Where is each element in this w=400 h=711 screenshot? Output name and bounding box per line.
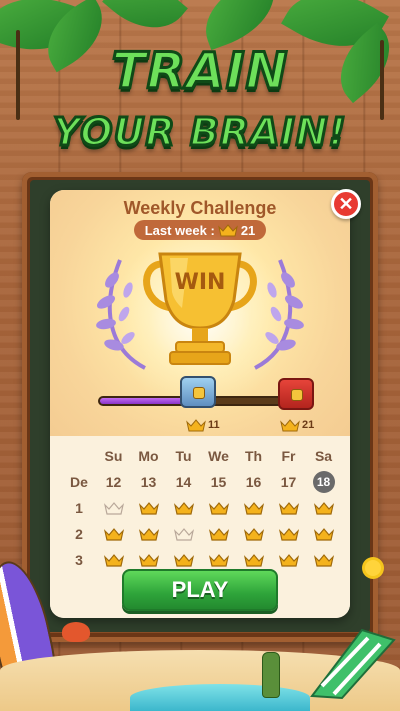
crown-earned-icon[interactable]: [201, 501, 236, 515]
weekday-label: Sa: [314, 448, 333, 464]
play-button[interactable]: PLAY: [122, 569, 278, 611]
close-icon: ✕: [338, 193, 354, 214]
bottle-icon: [262, 652, 280, 698]
beach-chair-icon: [310, 628, 396, 700]
week-number: 1: [75, 500, 83, 516]
crown-earned-icon[interactable]: [271, 527, 306, 541]
progress-fill: [100, 398, 187, 404]
crown-earned-icon[interactable]: [236, 553, 271, 567]
date-cell[interactable]: 12: [96, 474, 131, 490]
milestone-gold: 21: [280, 418, 314, 432]
crown-icon: [186, 419, 206, 432]
dialog-title: Weekly Challenge: [123, 198, 277, 218]
dialog-header-panel: Weekly Challenge Last week : 21 WIN 11 2…: [50, 190, 350, 436]
month-label: De: [70, 474, 88, 490]
weekly-challenge-dialog: Weekly Challenge Last week : 21 WIN 11 2…: [50, 190, 350, 618]
silver-chest-icon[interactable]: [180, 376, 216, 408]
crown-earned-icon[interactable]: [306, 501, 341, 515]
crown-icon: [280, 419, 300, 432]
gold-chest-icon[interactable]: [278, 378, 314, 410]
date-cell[interactable]: 15: [201, 474, 236, 490]
date-cell[interactable]: 13: [131, 474, 166, 490]
date-cell[interactable]: 14: [166, 474, 201, 490]
crown-earned-icon[interactable]: [271, 553, 306, 567]
crown-earned-icon[interactable]: [271, 501, 306, 515]
week-number: 3: [75, 552, 83, 568]
weekday-label: Fr: [281, 448, 296, 464]
crown-empty-icon[interactable]: [96, 501, 131, 515]
weekday-label: Th: [244, 448, 263, 464]
calendar-week-row: 1: [62, 496, 342, 520]
date-cell[interactable]: 16: [236, 474, 271, 490]
crown-earned-icon[interactable]: [166, 553, 201, 567]
today-badge: 18: [312, 471, 335, 493]
title-train: TRAIN: [110, 41, 289, 102]
crown-earned-icon[interactable]: [201, 553, 236, 567]
weekday-label: Mo: [138, 448, 159, 464]
milestone-silver: 11: [186, 418, 220, 432]
weekday-label: Su: [104, 448, 123, 464]
calendar-weekday-row: Su Mo Tu We Th Fr Sa: [62, 444, 342, 468]
crown-earned-icon[interactable]: [96, 553, 131, 567]
milestone-value: 21: [302, 419, 315, 431]
crab-icon: [62, 622, 90, 642]
crown-earned-icon[interactable]: [236, 501, 271, 515]
crown-earned-icon[interactable]: [166, 501, 201, 515]
week-number: 2: [75, 526, 83, 542]
crown-earned-icon[interactable]: [306, 527, 341, 541]
date-cell-today[interactable]: 18: [306, 471, 341, 493]
trophy-win-text: WIN: [174, 270, 226, 295]
trophy-icon: WIN: [138, 248, 262, 368]
crown-earned-icon[interactable]: [306, 553, 341, 567]
crown-earned-icon[interactable]: [131, 501, 166, 515]
crown-earned-icon[interactable]: [131, 527, 166, 541]
milestone-value: 11: [208, 419, 220, 431]
calendar-date-row: De 12 13 14 15 16 17 18: [62, 470, 342, 494]
last-week-value: 21: [240, 222, 256, 238]
crown-earned-icon[interactable]: [236, 527, 271, 541]
close-button[interactable]: ✕: [331, 189, 361, 219]
crown-earned-icon[interactable]: [201, 527, 236, 541]
weekday-label: Tu: [175, 448, 192, 464]
water-decoration: [130, 684, 310, 711]
weekday-label: We: [208, 448, 229, 464]
crown-earned-icon[interactable]: [96, 527, 131, 541]
date-cell[interactable]: 17: [271, 474, 306, 490]
flower-icon: [365, 560, 381, 576]
calendar-week-row: 2: [62, 522, 342, 546]
crown-empty-icon[interactable]: [166, 527, 201, 541]
title-your-brain: YOUR BRAIN!: [52, 109, 348, 156]
crown-earned-icon[interactable]: [131, 553, 166, 567]
